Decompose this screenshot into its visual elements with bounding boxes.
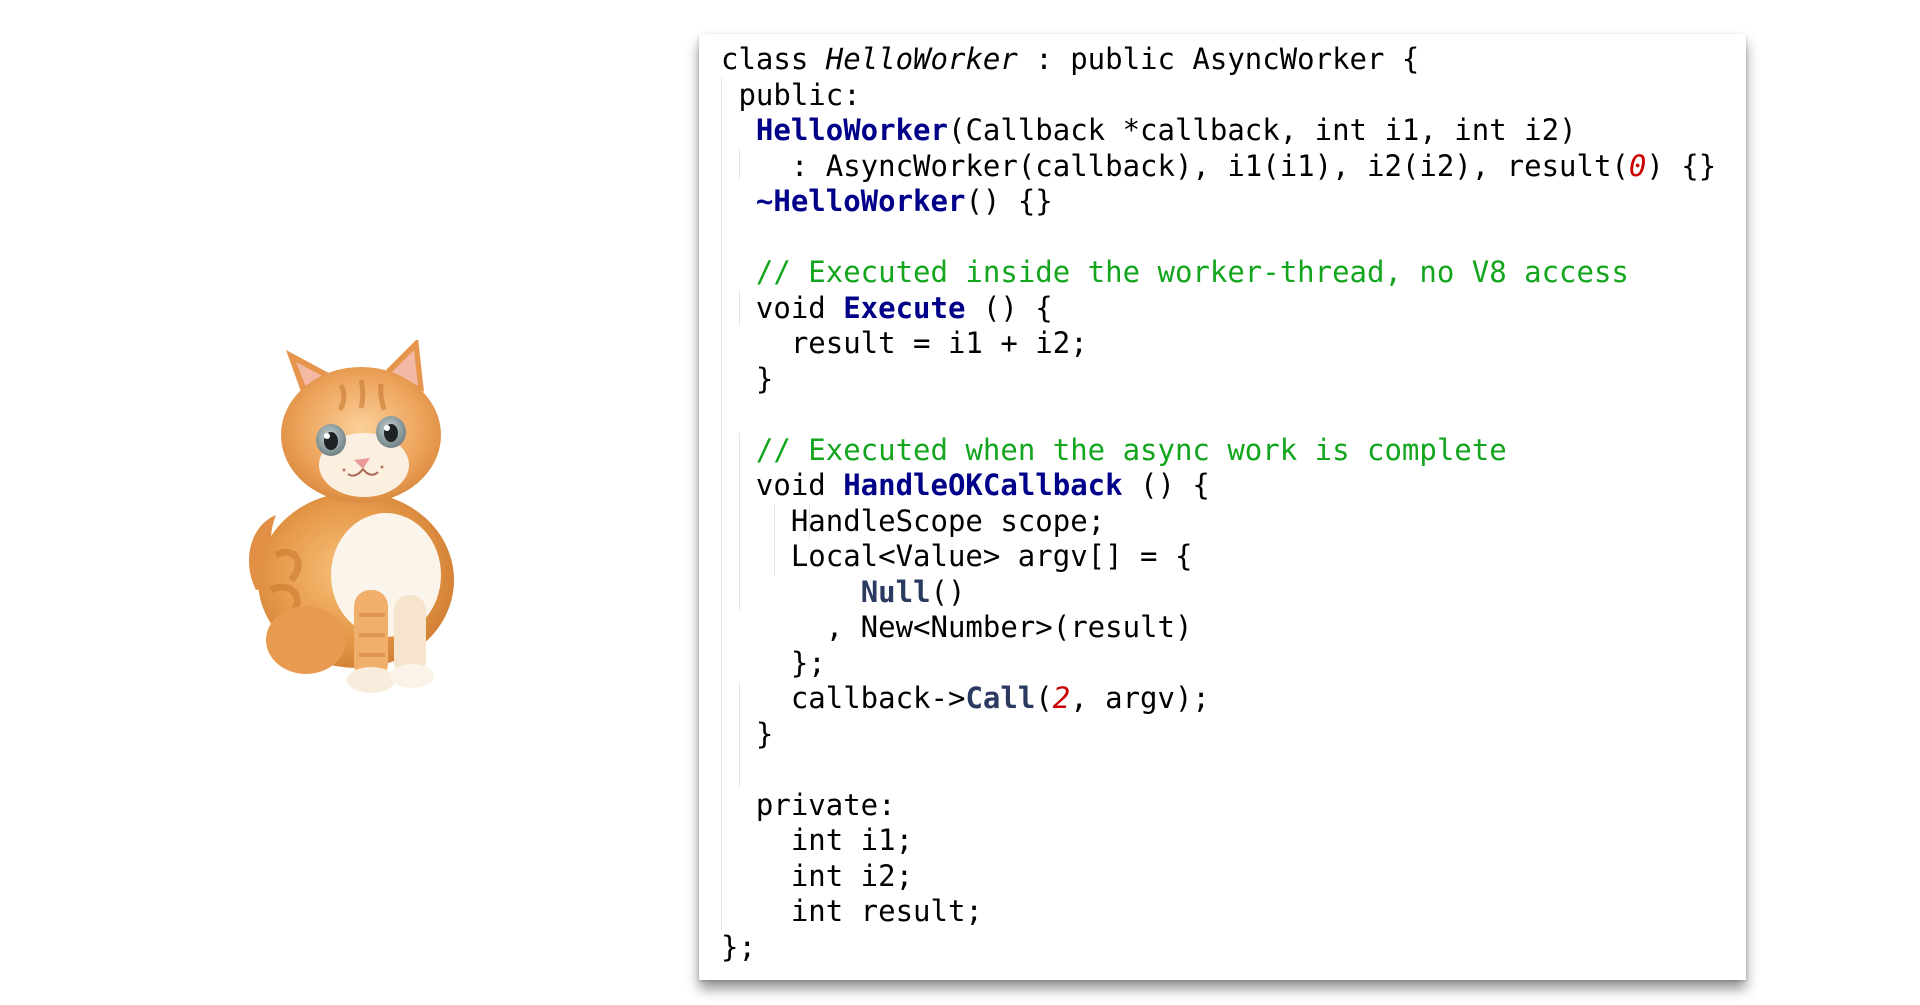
code-token: class xyxy=(721,42,826,76)
code-comment: // Executed when the async work is compl… xyxy=(755,432,1507,467)
code-token: : public AsyncWorker { xyxy=(1017,42,1420,76)
code-token: }; xyxy=(721,645,826,680)
code-token: private: xyxy=(721,787,896,822)
code-line: private: xyxy=(721,788,1716,824)
code-line: int i1; xyxy=(721,823,1716,859)
code-token: ) {} xyxy=(1646,148,1717,183)
code-line: // Executed inside the worker-thread, no… xyxy=(721,255,1716,291)
code-token: void xyxy=(721,468,844,502)
code-line: Null() xyxy=(721,575,1716,611)
code-line: }; xyxy=(721,930,1716,966)
code-function-name: HandleOKCallback xyxy=(843,468,1123,502)
code-token: HandleScope scope; xyxy=(721,503,1106,538)
code-number: 0 xyxy=(1628,148,1647,183)
code-comment: // Executed inside the worker-thread, no… xyxy=(755,255,1629,289)
code-token: , New<Number>(result) xyxy=(721,610,1193,644)
code-token: } xyxy=(721,716,774,751)
code-token: public: xyxy=(721,77,861,112)
code-token: int i2; xyxy=(721,858,914,893)
code-token: result = i1 + i2; xyxy=(721,326,1088,360)
code-token: }; xyxy=(721,929,756,964)
kitten-image xyxy=(236,338,526,700)
code-function-name: ~HelloWorker xyxy=(755,184,966,218)
code-line: class HelloWorker : public AsyncWorker { xyxy=(721,42,1716,78)
code-snippet-card: class HelloWorker : public AsyncWorker {… xyxy=(699,34,1746,980)
code-line: ~HelloWorker() {} xyxy=(721,184,1716,220)
code-token: int i1; xyxy=(721,823,914,857)
code-line: int result; xyxy=(721,894,1716,930)
code-token: Null xyxy=(860,574,931,609)
code-token: HelloWorker xyxy=(825,42,1018,76)
code-function-name: HelloWorker xyxy=(755,113,948,147)
code-line: ​ xyxy=(721,752,1716,788)
code-token: ( xyxy=(1035,681,1053,715)
code-token: () xyxy=(930,574,966,609)
code-line: }; xyxy=(721,646,1716,682)
code-line: } xyxy=(721,717,1716,753)
code-token: int result; xyxy=(721,894,983,928)
kitten-photo-icon xyxy=(248,338,454,693)
code-line: public: xyxy=(721,78,1716,114)
code-line: int i2; xyxy=(721,859,1716,895)
code-line: , New<Number>(result) xyxy=(721,610,1716,646)
code-line: callback->Call(2, argv); xyxy=(721,681,1716,717)
code-token: } xyxy=(721,361,774,396)
code-token: Local<Value> argv[] = { xyxy=(721,539,1193,573)
code-line: ​ xyxy=(721,397,1716,433)
code-block: class HelloWorker : public AsyncWorker {… xyxy=(721,42,1716,965)
code-line: void Execute () { xyxy=(721,291,1716,327)
code-line: ​ xyxy=(721,220,1716,256)
code-token: void xyxy=(721,290,844,325)
code-token: callback-> xyxy=(721,681,966,715)
code-line: void HandleOKCallback () { xyxy=(721,468,1716,504)
code-number: 2 xyxy=(1052,681,1071,715)
slide: class HelloWorker : public AsyncWorker {… xyxy=(0,0,1920,1005)
code-token: () { xyxy=(965,290,1053,325)
code-line: : AsyncWorker(callback), i1(i1), i2(i2),… xyxy=(721,149,1716,185)
code-line: // Executed when the async work is compl… xyxy=(721,433,1716,469)
code-token: : AsyncWorker(callback), i1(i1), i2(i2),… xyxy=(721,148,1629,183)
code-line: HelloWorker(Callback *callback, int i1, … xyxy=(721,113,1716,149)
code-token: () { xyxy=(1122,468,1210,502)
code-line: result = i1 + i2; xyxy=(721,326,1716,362)
code-token: Call xyxy=(965,681,1036,715)
code-token: (Callback *callback, int i1, int i2) xyxy=(947,113,1577,147)
code-function-name: Execute xyxy=(843,290,966,325)
code-token: , argv); xyxy=(1070,681,1210,715)
code-token: () {} xyxy=(965,184,1053,218)
code-line: HandleScope scope; xyxy=(721,504,1716,540)
code-line: Local<Value> argv[] = { xyxy=(721,539,1716,575)
code-line: } xyxy=(721,362,1716,398)
